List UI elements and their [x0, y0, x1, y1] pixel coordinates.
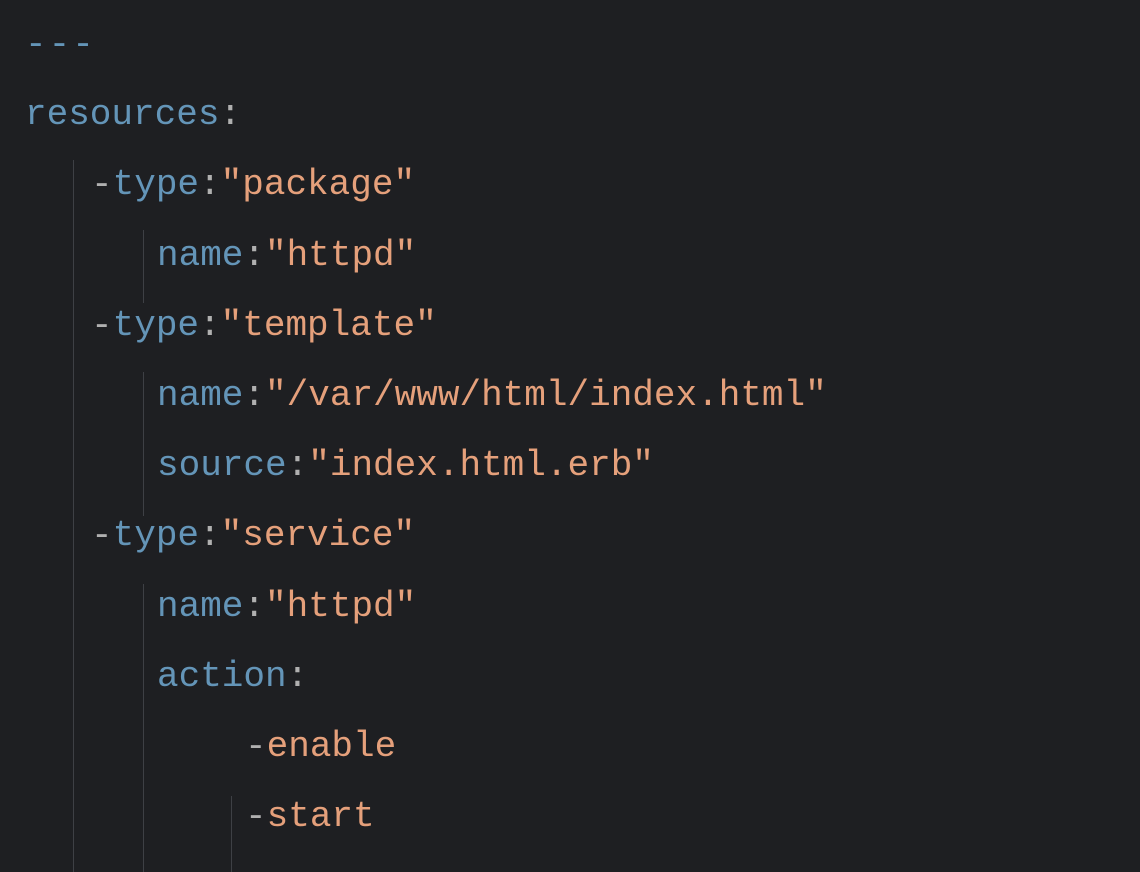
yaml-key: type: [113, 150, 199, 220]
code-line: resources:: [25, 80, 1115, 150]
yaml-value: start: [267, 782, 375, 852]
yaml-string: /var/www/html/index.html: [287, 375, 805, 416]
code-line: name: "httpd": [25, 221, 1115, 291]
code-line: name: "httpd": [25, 572, 1115, 642]
code-line: - type: "template": [25, 291, 1115, 361]
yaml-string: package: [242, 164, 393, 205]
yaml-key: action: [157, 642, 287, 712]
dash: -: [245, 782, 267, 852]
dash: -: [91, 150, 113, 220]
yaml-key: name: [157, 572, 243, 642]
yaml-string: index.html.erb: [330, 445, 632, 486]
code-line: ---: [25, 10, 1115, 80]
yaml-key: type: [113, 291, 199, 361]
code-line: - type: "package": [25, 150, 1115, 220]
yaml-key: source: [157, 431, 287, 501]
code-line: action:: [25, 642, 1115, 712]
yaml-string: httpd: [287, 586, 395, 627]
yaml-value: enable: [267, 712, 397, 782]
dash: -: [245, 712, 267, 782]
code-line: - start: [25, 782, 1115, 852]
yaml-string: service: [242, 515, 393, 556]
yaml-key: name: [157, 361, 243, 431]
yaml-key: type: [113, 501, 199, 571]
dash: -: [91, 501, 113, 571]
yaml-string: httpd: [287, 235, 395, 276]
code-line: - enable: [25, 712, 1115, 782]
yaml-doc-start: ---: [25, 10, 96, 80]
colon: :: [219, 80, 241, 150]
yaml-key: name: [157, 221, 243, 291]
code-editor[interactable]: --- resources: - type: "package" name: "…: [25, 10, 1115, 852]
dash: -: [91, 291, 113, 361]
code-line: name: "/var/www/html/index.html": [25, 361, 1115, 431]
yaml-string: template: [242, 305, 415, 346]
yaml-key: resources: [25, 80, 219, 150]
code-line: - type: "service": [25, 501, 1115, 571]
code-line: source: "index.html.erb": [25, 431, 1115, 501]
